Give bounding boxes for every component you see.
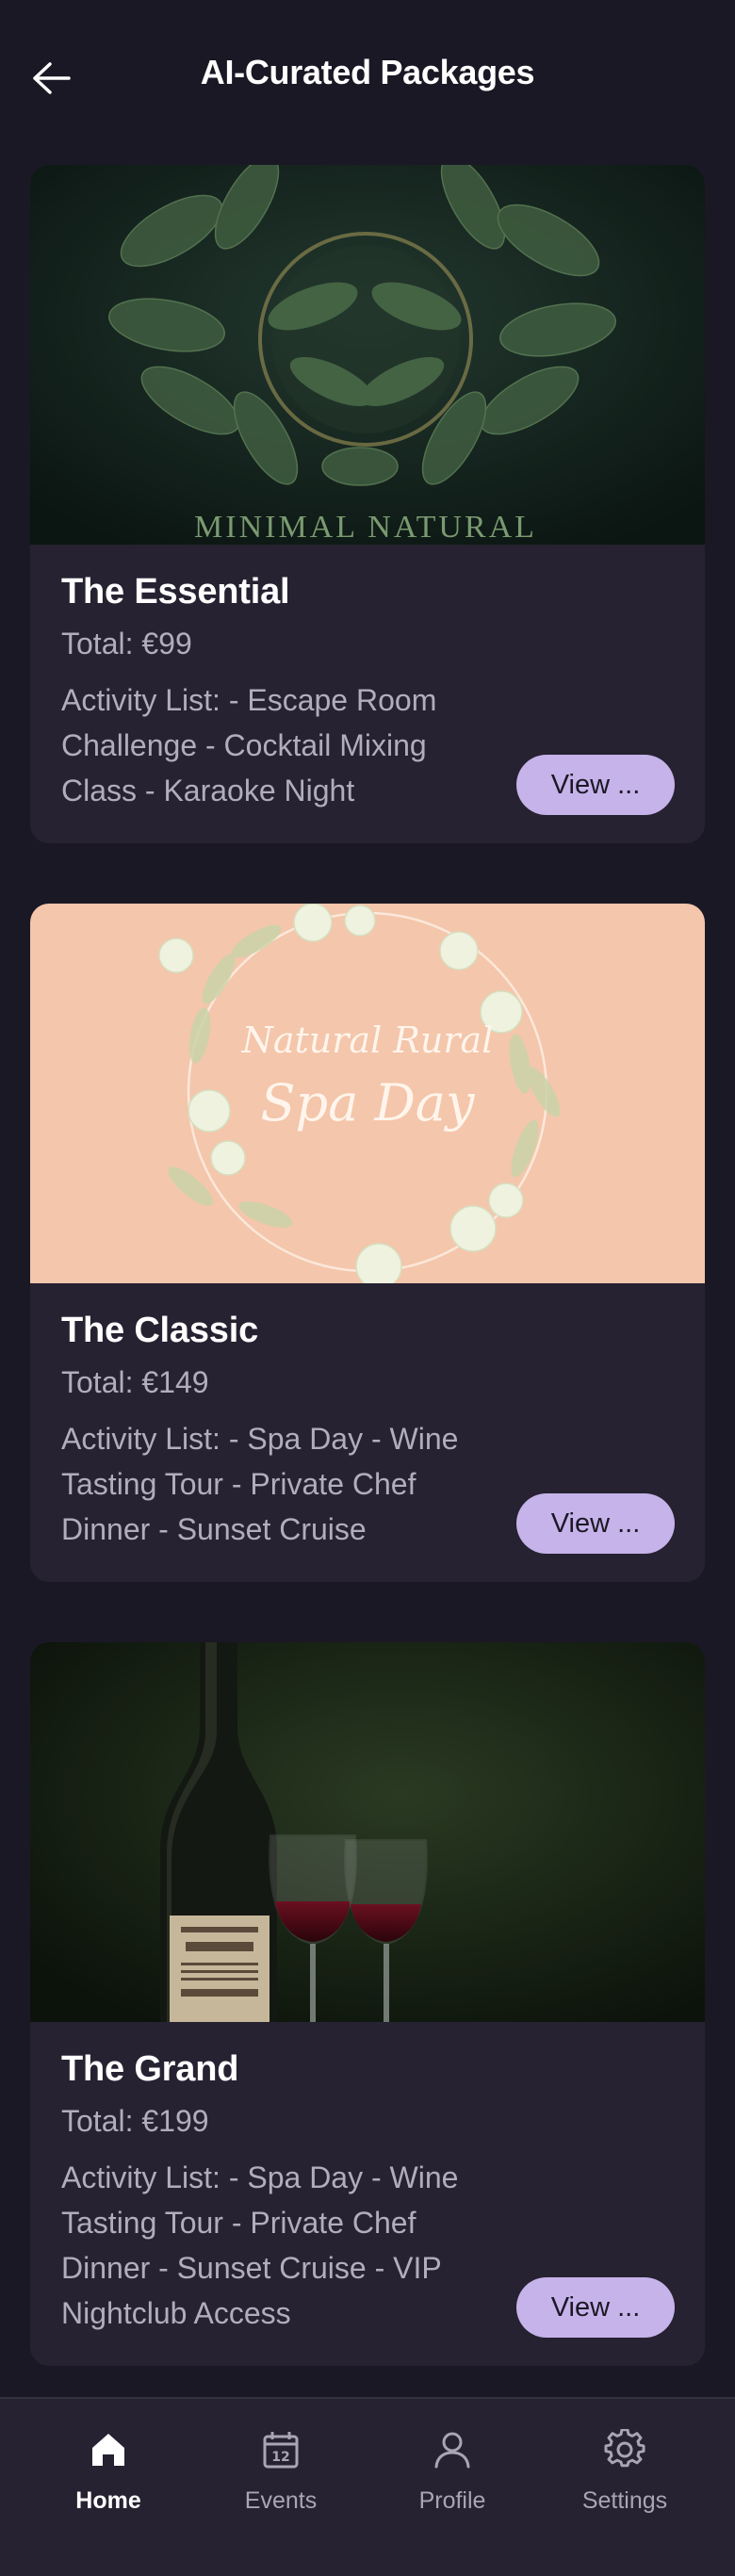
nav-item-settings[interactable]: Settings <box>540 2427 710 2540</box>
nav-item-profile[interactable]: Profile <box>368 2427 537 2540</box>
nav-label: Settings <box>581 2487 668 2514</box>
package-title: The Essential <box>61 572 290 611</box>
package-card-essential[interactable]: MINIMAL NATURAL The Essential Total: €99… <box>30 165 705 843</box>
view-package-button[interactable]: View ... <box>516 1493 675 1554</box>
package-activities: Activity List: - Spa Day - Wine Tasting … <box>61 1422 459 1546</box>
package-title: The Grand <box>61 2049 239 2089</box>
svg-text:Spa Day: Spa Day <box>261 1073 476 1133</box>
package-card-grand[interactable]: The Grand Total: €199 Activity List: - S… <box>30 1642 705 2366</box>
package-title: The Classic <box>61 1311 259 1350</box>
minimal-natural-leaves-image: MINIMAL NATURAL <box>30 165 705 545</box>
view-package-button[interactable]: View ... <box>516 755 675 815</box>
package-total: Total: €149 <box>61 1365 209 1399</box>
svg-text:MINIMAL NATURAL: MINIMAL NATURAL <box>194 510 537 545</box>
bottom-navigation: Home 12 Events Profile Settings <box>0 2397 735 2576</box>
view-package-button[interactable]: View ... <box>516 2277 675 2338</box>
svg-text:12: 12 <box>271 2450 289 2465</box>
home-icon <box>86 2427 131 2472</box>
wine-bottle-glasses-image <box>30 1642 705 2022</box>
app-header: AI-Curated Packages <box>0 0 735 151</box>
package-activities: Activity List: - Escape Room Challenge -… <box>61 683 437 807</box>
nav-label: Home <box>75 2487 141 2514</box>
nav-label: Profile <box>418 2487 486 2514</box>
user-icon <box>430 2427 475 2472</box>
spa-day-floral-wreath-image: Natural Rural Spa Day <box>30 904 705 1283</box>
nav-item-home[interactable]: Home <box>24 2427 193 2540</box>
package-total: Total: €199 <box>61 2104 209 2138</box>
nav-item-events[interactable]: 12 Events <box>196 2427 366 2540</box>
package-activities: Activity List: - Spa Day - Wine Tasting … <box>61 2160 459 2330</box>
package-total: Total: €99 <box>61 627 192 660</box>
calendar-icon: 12 <box>258 2427 303 2472</box>
gear-icon <box>602 2427 647 2472</box>
package-card-classic[interactable]: Natural Rural Spa Day The Classic Total:… <box>30 904 705 1582</box>
svg-text:Natural Rural: Natural Rural <box>241 1019 494 1061</box>
page-title: AI-Curated Packages <box>200 53 535 91</box>
nav-label: Events <box>244 2487 318 2514</box>
